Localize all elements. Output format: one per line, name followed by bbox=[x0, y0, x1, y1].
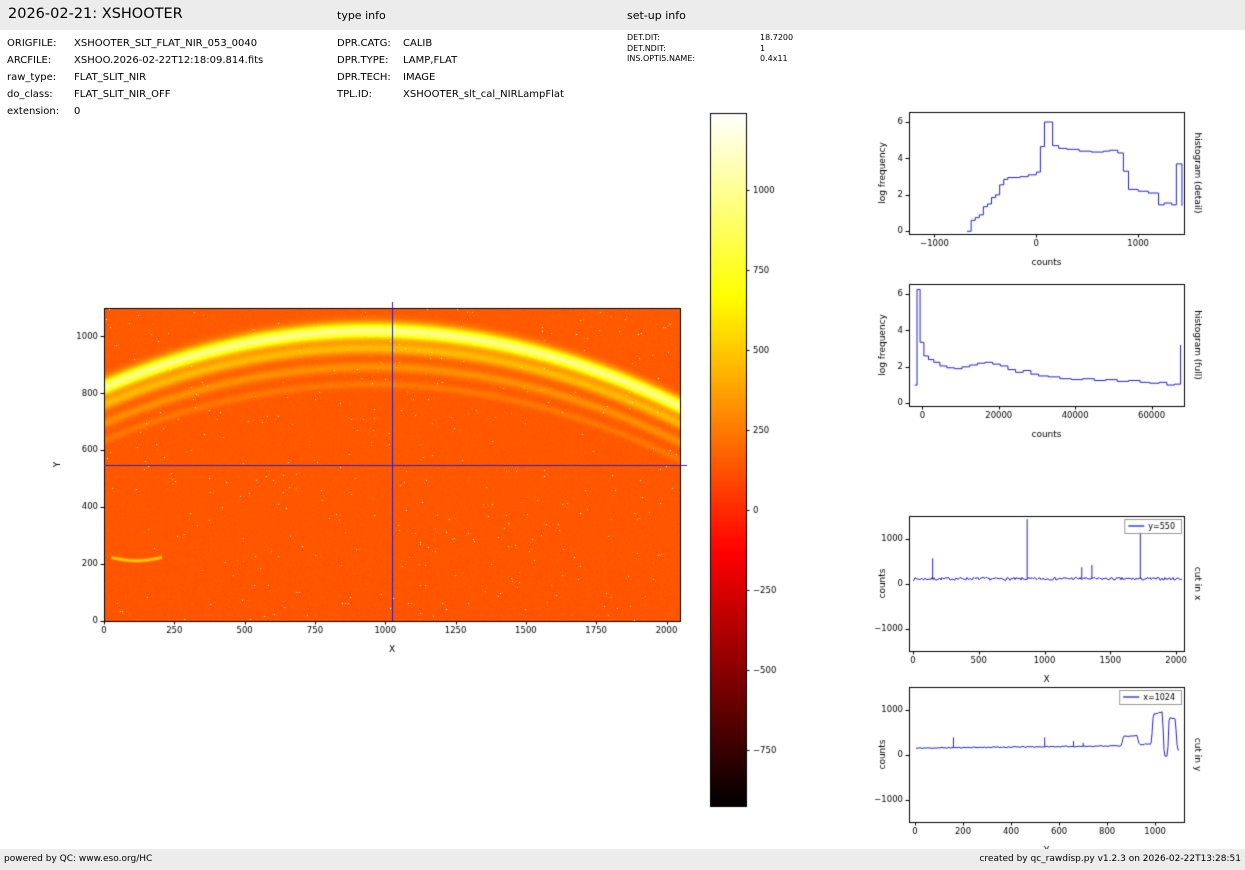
meta-row-extension: extension: 0 bbox=[7, 103, 263, 120]
meta-value: 18.7200 bbox=[760, 33, 794, 42]
colorbar-canvas bbox=[700, 105, 810, 815]
meta-row-det-dit: DET.DIT: 18.7200 bbox=[627, 33, 793, 44]
meta-key: ARCFILE: bbox=[7, 55, 52, 66]
meta-key: DPR.TYPE: bbox=[337, 55, 389, 66]
type-info-heading: type info bbox=[337, 9, 386, 22]
meta-row-dpr-tech: DPR.TECH: IMAGE bbox=[337, 69, 564, 86]
meta-key: do_class: bbox=[7, 89, 53, 100]
meta-value: CALIB bbox=[403, 38, 433, 49]
meta-key: DPR.TECH: bbox=[337, 72, 391, 83]
page-title: 2026-02-21: XSHOOTER bbox=[8, 6, 183, 22]
cut-in-x-plot bbox=[860, 504, 1210, 696]
meta-row-ins-opti5: INS.OPTI5.NAME: 0.4x11 bbox=[627, 54, 793, 65]
footer-powered-by: powered by QC: www.eso.org/HC bbox=[4, 854, 153, 864]
meta-row-dpr-type: DPR.TYPE: LAMP,FLAT bbox=[337, 52, 564, 69]
cut-in-y-plot bbox=[860, 675, 1210, 867]
meta-row-rawtype: raw_type: FLAT_SLIT_NIR bbox=[7, 69, 263, 86]
cut-in-x-canvas bbox=[860, 504, 1210, 696]
setup-info-heading: set-up info bbox=[627, 9, 686, 22]
meta-key: DET.DIT: bbox=[627, 33, 660, 42]
meta-row-dpr-catg: DPR.CATG: CALIB bbox=[337, 35, 564, 52]
setup-info-block: DET.DIT: 18.7200 DET.NDIT: 1 INS.OPTI5.N… bbox=[627, 33, 793, 65]
meta-value: XSHOOTER_slt_cal_NIRLampFlat bbox=[403, 89, 564, 100]
meta-key: extension: bbox=[7, 106, 60, 117]
meta-row-det-ndit: DET.NDIT: 1 bbox=[627, 44, 793, 55]
meta-value: LAMP,FLAT bbox=[403, 55, 458, 66]
histogram-detail-canvas bbox=[860, 100, 1210, 280]
meta-value: FLAT_SLIT_NIR_OFF bbox=[74, 89, 171, 100]
meta-key: DET.NDIT: bbox=[627, 43, 666, 53]
qc-report-page: 2026-02-21: XSHOOTER type info set-up in… bbox=[0, 0, 1245, 870]
meta-row-arcfile: ARCFILE: XSHOO.2026-02-22T12:18:09.814.f… bbox=[7, 52, 263, 69]
footer-created-by: created by qc_rawdisp.py v1.2.3 on 2026-… bbox=[979, 854, 1241, 864]
file-info-block: ORIGFILE: XSHOOTER_SLT_FLAT_NIR_053_0040… bbox=[7, 35, 263, 120]
meta-value: FLAT_SLIT_NIR bbox=[74, 72, 147, 83]
meta-value: XSHOO.2026-02-22T12:18:09.814.fits bbox=[74, 55, 264, 66]
meta-value: 0.4x11 bbox=[760, 54, 788, 63]
histogram-detail-plot bbox=[860, 100, 1210, 280]
meta-value: IMAGE bbox=[403, 72, 436, 83]
cut-in-y-canvas bbox=[860, 675, 1210, 867]
raw-image-canvas bbox=[40, 296, 705, 668]
colorbar bbox=[700, 105, 810, 815]
meta-value: XSHOOTER_SLT_FLAT_NIR_053_0040 bbox=[74, 38, 258, 49]
meta-value: 1 bbox=[760, 43, 766, 53]
meta-value: 0 bbox=[74, 106, 81, 117]
type-info-block: DPR.CATG: CALIB DPR.TYPE: LAMP,FLAT DPR.… bbox=[337, 35, 564, 103]
raw-image-plot bbox=[40, 296, 705, 668]
meta-key: DPR.CATG: bbox=[337, 38, 391, 49]
meta-row-doclass: do_class: FLAT_SLIT_NIR_OFF bbox=[7, 86, 263, 103]
header-bar: 2026-02-21: XSHOOTER type info set-up in… bbox=[0, 0, 1245, 30]
histogram-full-canvas bbox=[860, 272, 1210, 452]
histogram-full-plot bbox=[860, 272, 1210, 452]
meta-row-tpl-id: TPL.ID: XSHOOTER_slt_cal_NIRLampFlat bbox=[337, 86, 564, 103]
meta-key: INS.OPTI5.NAME: bbox=[627, 54, 696, 63]
meta-key: raw_type: bbox=[7, 72, 57, 83]
meta-key: ORIGFILE: bbox=[7, 38, 57, 49]
meta-row-origfile: ORIGFILE: XSHOOTER_SLT_FLAT_NIR_053_0040 bbox=[7, 35, 263, 52]
meta-key: TPL.ID: bbox=[337, 89, 372, 100]
footer-bar: powered by QC: www.eso.org/HC created by… bbox=[0, 849, 1245, 870]
